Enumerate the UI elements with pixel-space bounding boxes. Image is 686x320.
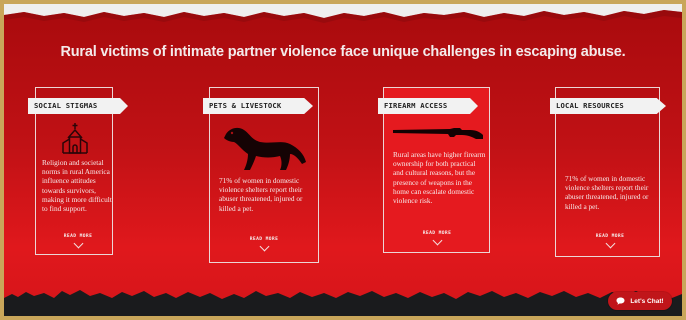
card-text-social-stigmas: Religion and societal norms in rural Ame… (42, 158, 112, 214)
card-text-firearm-access: Rural areas have higher firearm ownershi… (393, 150, 486, 206)
page-headline: Rural victims of intimate partner violen… (60, 44, 626, 60)
grass-silhouette (4, 290, 682, 316)
church-icon (62, 123, 88, 154)
page-frame: Rural victims of intimate partner violen… (4, 4, 682, 316)
tag-social-stigmas: SOCIAL STIGMAS (28, 98, 128, 114)
chat-label: Let's Chat! (630, 297, 664, 305)
tag-local-resources: LOCAL RESOURCES (550, 98, 666, 114)
ferret-icon (224, 127, 306, 170)
shotgun-icon (393, 128, 483, 139)
card-text-local-resources: 71% of women in domestic violence shelte… (565, 174, 649, 211)
chat-button[interactable]: Let's Chat! (608, 292, 672, 310)
tag-firearm-access: FIREARM ACCESS (378, 98, 478, 114)
card-text-pets-livestock: 71% of women in domestic violence shelte… (219, 176, 303, 213)
torn-paper-edge (4, 4, 682, 23)
chat-bubble-icon (616, 297, 625, 305)
tag-pets-livestock: PETS & LIVESTOCK (203, 98, 313, 114)
